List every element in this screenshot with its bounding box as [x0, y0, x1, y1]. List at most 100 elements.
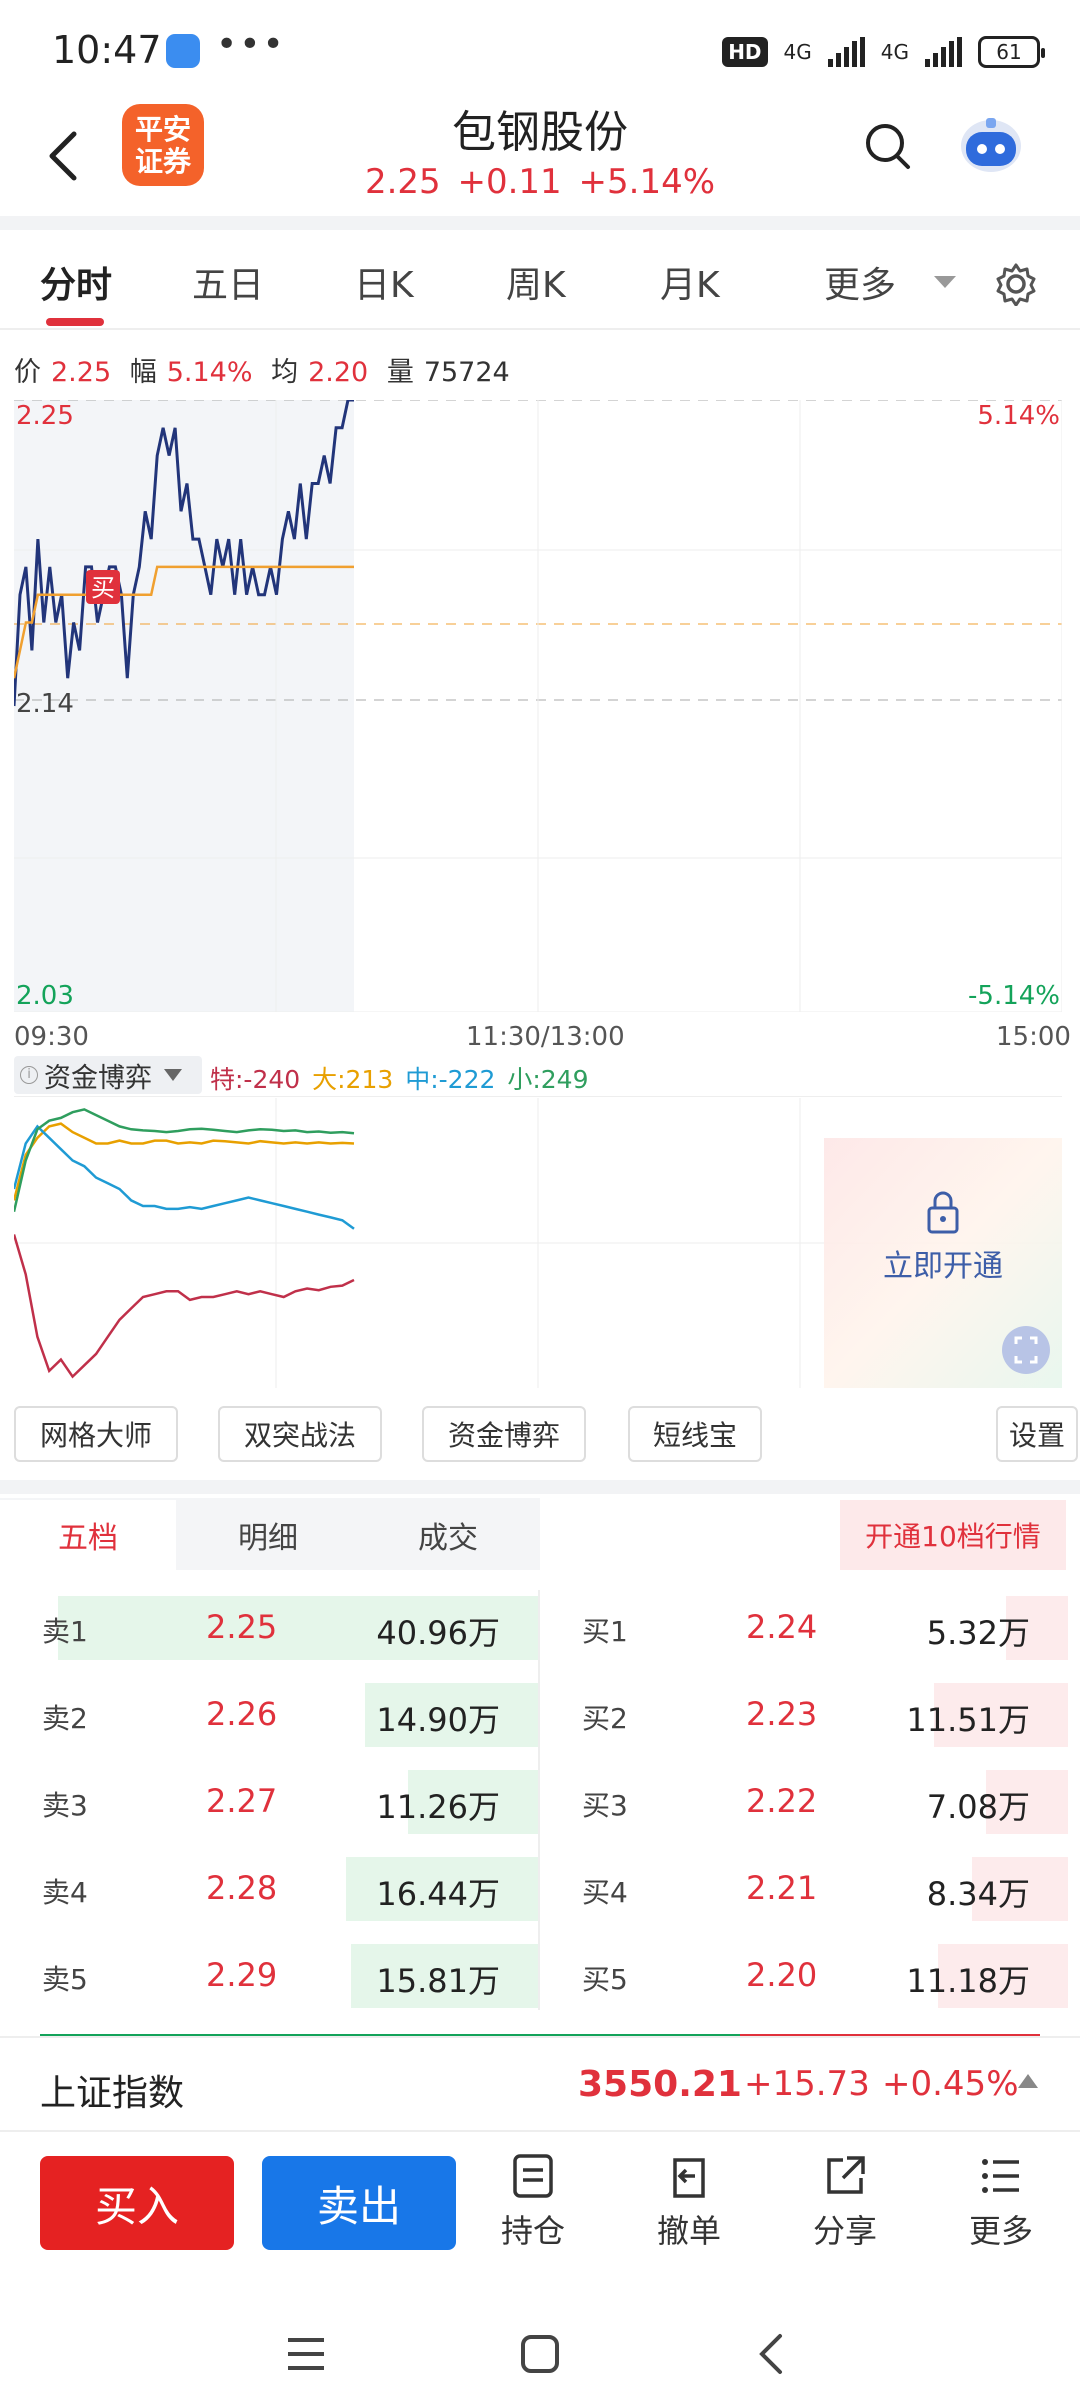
index-change: +15.73 — [744, 2064, 870, 2104]
net-4g-2: 4G — [880, 40, 909, 64]
buy-level-price: 2.21 — [746, 1869, 818, 1907]
capital-dropdown-icon[interactable] — [164, 1069, 182, 1081]
sell-level-price: 2.26 — [206, 1695, 278, 1733]
buy-level-volume: 5.32万 — [926, 1614, 1030, 1652]
document-icon — [513, 2154, 553, 2198]
y-label-top: 2.25 — [16, 401, 74, 431]
tool-capital-game[interactable]: 资金博弈 — [422, 1406, 586, 1462]
tab-weekly-k[interactable]: 周K — [506, 256, 566, 308]
recent-apps-icon[interactable] — [286, 2336, 326, 2372]
system-nav-bar — [0, 2300, 1080, 2400]
cancel-order-label: 撤单 — [656, 2212, 721, 2250]
positions-button[interactable]: 持仓 — [478, 2152, 588, 2262]
y-label-bottom: 2.03 — [16, 981, 74, 1011]
intraday-chart[interactable]: 买 2.25 2.14 2.03 5.14% -5.14% — [14, 400, 1062, 1012]
signal-icon-2 — [925, 37, 962, 67]
capital-flow-chart[interactable]: 立即开通 — [14, 1098, 1062, 1388]
buy-level-price: 2.23 — [746, 1695, 818, 1733]
quote-info-row: 价 2.25 幅 5.14% 均 2.20 量 75724 — [14, 350, 520, 389]
stock-quote: 2.25 +0.11 +5.14% — [0, 162, 1080, 202]
tab-five-day[interactable]: 五日 — [192, 256, 264, 308]
buy-level-price: 2.20 — [746, 1956, 818, 1994]
stock-name: 包钢股份 — [452, 107, 628, 158]
buy-level-label: 买3 — [582, 1789, 628, 1822]
price-value: 2.25 — [51, 357, 112, 388]
vol-value: 75724 — [423, 357, 510, 388]
tool-short-line[interactable]: 短线宝 — [628, 1406, 762, 1462]
status-more-dots: ••• — [216, 24, 286, 65]
price-label: 价 — [14, 357, 41, 388]
level2-upsell-button[interactable]: 开通10档行情 — [840, 1500, 1066, 1570]
buy-level-label: 买4 — [582, 1876, 628, 1909]
buy-level-volume: 7.08万 — [926, 1788, 1030, 1826]
share-button[interactable]: 分享 — [790, 2152, 900, 2262]
buy-level-volume: 11.18万 — [906, 1962, 1030, 2000]
buy-button[interactable]: 买入 — [40, 2156, 234, 2250]
sell-level-label: 卖4 — [42, 1876, 88, 1909]
sell-level-row[interactable]: 卖5 2.29 15.81万 — [0, 1944, 540, 2008]
unlock-button[interactable]: 立即开通 — [883, 1249, 1003, 1284]
chart-tabs: 分时 五日 日K 周K 月K 更多 — [0, 230, 1080, 330]
sell-level-price: 2.28 — [206, 1869, 278, 1907]
more-actions-button[interactable]: 更多 — [946, 2152, 1056, 2262]
robot-assistant-icon[interactable] — [956, 114, 1026, 178]
x-label-mid: 11:30/13:00 — [466, 1022, 625, 1052]
tool-grid-master[interactable]: 网格大师 — [14, 1406, 178, 1462]
capital-tab-label: 资金博弈 — [44, 1062, 152, 1094]
sell-level-price: 2.29 — [206, 1956, 278, 1994]
tab-monthly-k[interactable]: 月K — [660, 256, 720, 308]
sell-button[interactable]: 卖出 — [262, 2156, 456, 2250]
tab-trades[interactable]: 成交 — [360, 1500, 536, 1570]
back-nav-icon[interactable] — [756, 2332, 786, 2376]
buy-level-row[interactable]: 买3 2.22 7.08万 — [540, 1770, 1080, 1834]
stock-change-pct: +5.14% — [578, 162, 716, 202]
expand-up-icon[interactable] — [1018, 2074, 1038, 2088]
tool-double-break[interactable]: 双突战法 — [218, 1406, 382, 1462]
sell-level-row[interactable]: 卖3 2.27 11.26万 — [0, 1770, 540, 1834]
large-line — [14, 1122, 355, 1201]
x-label-start: 09:30 — [14, 1022, 89, 1052]
search-icon[interactable] — [862, 120, 914, 172]
legend-medium: 中:-222 — [405, 1065, 496, 1094]
vol-label: 量 — [386, 357, 414, 388]
buy-level-row[interactable]: 买4 2.21 8.34万 — [540, 1857, 1080, 1921]
index-ticker[interactable]: 上证指数 3550.21 +15.73 +0.45% — [0, 2036, 1080, 2132]
tab-intraday[interactable]: 分时 — [40, 256, 112, 308]
amp-value: 5.14% — [166, 357, 253, 388]
tool-settings[interactable]: 设置 — [996, 1406, 1078, 1462]
tab-more[interactable]: 更多 — [824, 256, 896, 308]
tab-five-levels[interactable]: 五档 — [0, 1500, 176, 1570]
capital-divider — [14, 1096, 1062, 1097]
index-name: 上证指数 — [40, 2073, 185, 2114]
stock-price: 2.25 — [364, 162, 441, 202]
share-label: 分享 — [812, 2212, 877, 2250]
stock-change: +0.11 — [457, 162, 562, 202]
tab-daily-k[interactable]: 日K — [354, 256, 414, 308]
sell-level-row[interactable]: 卖2 2.26 14.90万 — [0, 1683, 540, 1747]
more-dropdown-icon[interactable] — [934, 276, 956, 288]
fullscreen-icon[interactable] — [1002, 1326, 1050, 1374]
sell-level-volume: 40.96万 — [376, 1614, 500, 1652]
legend-super: 特:-240 — [210, 1065, 301, 1094]
y-label-mid: 2.14 — [16, 689, 74, 719]
active-tab-underline — [46, 318, 104, 326]
sell-level-row[interactable]: 卖4 2.28 16.44万 — [0, 1857, 540, 1921]
buy-level-row[interactable]: 买1 2.24 5.32万 — [540, 1596, 1080, 1660]
buy-level-row[interactable]: 买2 2.23 11.51万 — [540, 1683, 1080, 1747]
status-time: 10:47 — [52, 28, 162, 72]
capital-selector[interactable]: i 资金博弈 — [14, 1056, 202, 1094]
tab-detail[interactable]: 明细 — [180, 1500, 356, 1570]
sell-level-row[interactable]: 卖1 2.25 40.96万 — [0, 1596, 540, 1660]
cancel-order-button[interactable]: 撤单 — [634, 2152, 744, 2262]
share-icon — [827, 2156, 865, 2194]
sell-level-volume: 15.81万 — [376, 1962, 500, 2000]
buy-level-row[interactable]: 买5 2.20 11.18万 — [540, 1944, 1080, 2008]
home-icon[interactable] — [520, 2334, 560, 2374]
info-icon[interactable]: i — [20, 1066, 38, 1084]
capital-legend: 特:-240 大:213 中:-222 小:249 — [210, 1060, 592, 1096]
settings-gear-icon[interactable] — [994, 262, 1038, 306]
hd-badge: HD — [722, 37, 768, 67]
sell-level-label: 卖3 — [42, 1789, 88, 1822]
signal-icon-1 — [827, 37, 865, 67]
orderbook-divider — [538, 1590, 540, 2010]
